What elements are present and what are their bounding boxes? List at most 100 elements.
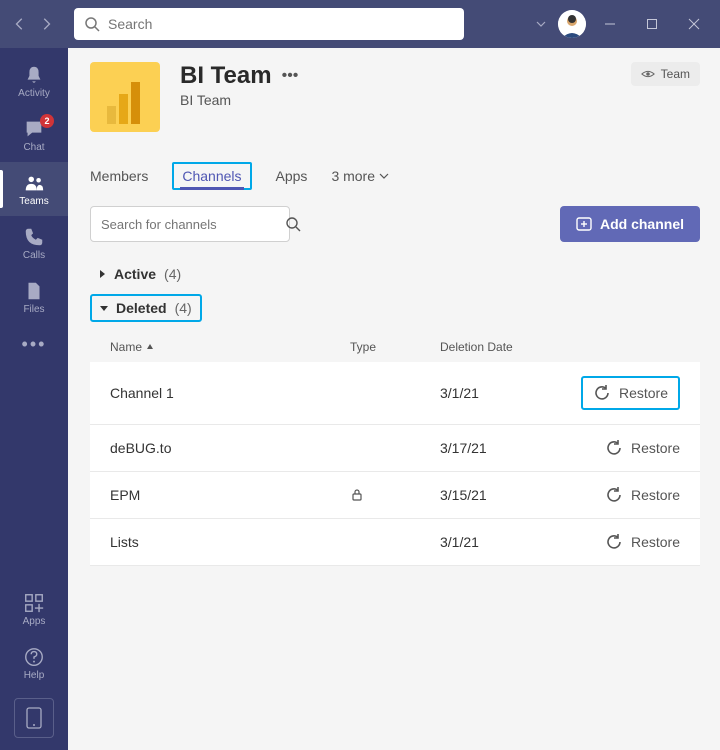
close-button[interactable] [676,8,712,40]
channel-name: EPM [110,487,350,503]
forward-button[interactable] [34,12,58,36]
channel-name: deBUG.to [110,440,350,456]
nav-arrows [8,12,58,36]
deletion-date: 3/1/21 [440,385,560,401]
rail-label: Files [23,304,44,315]
table-row: Channel 1 3/1/21 Restore [90,362,700,425]
caret-right-icon [98,270,106,278]
sort-asc-icon [146,343,154,351]
restore-button[interactable]: Restore [605,439,680,457]
rail-label: Calls [23,250,45,261]
table-row: Lists 3/1/21 Restore [90,519,700,566]
chevron-down-icon [379,171,389,181]
group-active-label: Active [114,266,156,282]
restore-icon [605,439,623,457]
table-header: Name Type Deletion Date [90,332,700,362]
rail-more[interactable]: ••• [22,324,47,365]
restore-button[interactable]: Restore [605,486,680,504]
team-header: BI Team ••• BI Team Team [90,62,700,132]
group-deleted-count: (4) [175,300,192,316]
rail-mobile[interactable] [14,698,54,738]
table-row: EPM 3/15/21 Restore [90,472,700,519]
mobile-icon [26,707,42,729]
rail-label: Help [24,670,45,681]
team-tile [90,62,160,132]
apps-icon [23,592,45,614]
titlebar [0,0,720,48]
restore-icon [605,486,623,504]
group-deleted[interactable]: Deleted (4) [90,294,202,322]
search-icon [84,16,100,32]
team-more-button[interactable]: ••• [282,67,299,85]
minimize-button[interactable] [592,8,628,40]
rail-chat[interactable]: 2 Chat [0,108,68,162]
group-active-count: (4) [164,266,181,282]
deletion-date: 3/15/21 [440,487,560,503]
header-name[interactable]: Name [110,340,350,354]
tabs: Members Channels Apps 3 more [90,162,700,190]
add-channel-label: Add channel [600,216,684,232]
restore-button[interactable]: Restore [581,376,680,410]
deletion-date: 3/1/21 [440,534,560,550]
deleted-channels-table: Name Type Deletion Date Channel 1 3/1/21… [90,332,700,566]
channel-search[interactable] [90,206,290,242]
team-title: BI Team [180,62,272,90]
tab-members[interactable]: Members [90,162,148,190]
table-row: deBUG.to 3/17/21 Restore [90,425,700,472]
team-subtitle: BI Team [180,92,298,108]
restore-label: Restore [631,487,680,503]
bell-icon [23,64,45,86]
caret-down-icon [100,304,108,312]
tab-channels[interactable]: Channels [172,162,251,190]
deletion-date: 3/17/21 [440,440,560,456]
search-icon [285,216,301,232]
maximize-button[interactable] [634,8,670,40]
global-search-input[interactable] [108,16,454,32]
tab-apps[interactable]: Apps [276,162,308,190]
rail-label: Chat [23,142,44,153]
files-icon [23,280,45,302]
account-dropdown[interactable] [530,19,552,29]
app-rail: Activity 2 Chat Teams Calls Files ••• Ap… [0,48,68,750]
rail-label: Teams [19,196,48,207]
rail-calls[interactable]: Calls [0,216,68,270]
channel-search-input[interactable] [101,217,277,232]
tab-more[interactable]: 3 more [331,162,389,190]
group-active[interactable]: Active (4) [90,260,700,288]
teams-icon [23,172,45,194]
add-channel-button[interactable]: Add channel [560,206,700,242]
tools-row: Add channel [90,206,700,242]
help-icon [23,646,45,668]
restore-button[interactable]: Restore [605,533,680,551]
channel-name: Lists [110,534,350,550]
add-channel-icon [576,216,592,232]
rail-files[interactable]: Files [0,270,68,324]
team-visibility-label: Team [661,67,690,81]
rail-activity[interactable]: Activity [0,54,68,108]
rail-help[interactable]: Help [0,636,68,690]
back-button[interactable] [8,12,32,36]
rail-label: Apps [23,616,46,627]
restore-label: Restore [619,385,668,401]
restore-label: Restore [631,440,680,456]
chat-badge: 2 [40,114,54,128]
restore-label: Restore [631,534,680,550]
titlebar-right [530,8,712,40]
rail-apps[interactable]: Apps [0,582,68,636]
header-date[interactable]: Deletion Date [440,340,560,354]
rail-label: Activity [18,88,50,99]
restore-icon [605,533,623,551]
powerbi-icon [105,80,145,124]
lock-icon [350,488,440,502]
main-content: BI Team ••• BI Team Team Members Channel… [68,48,720,750]
avatar[interactable] [558,10,586,38]
team-visibility-button[interactable]: Team [631,62,700,86]
restore-icon [593,384,611,402]
rail-teams[interactable]: Teams [0,162,68,216]
eye-icon [641,67,655,81]
global-search[interactable] [74,8,464,40]
channel-name: Channel 1 [110,385,350,401]
header-type[interactable]: Type [350,340,440,354]
phone-icon [23,226,45,248]
group-deleted-label: Deleted [116,300,167,316]
